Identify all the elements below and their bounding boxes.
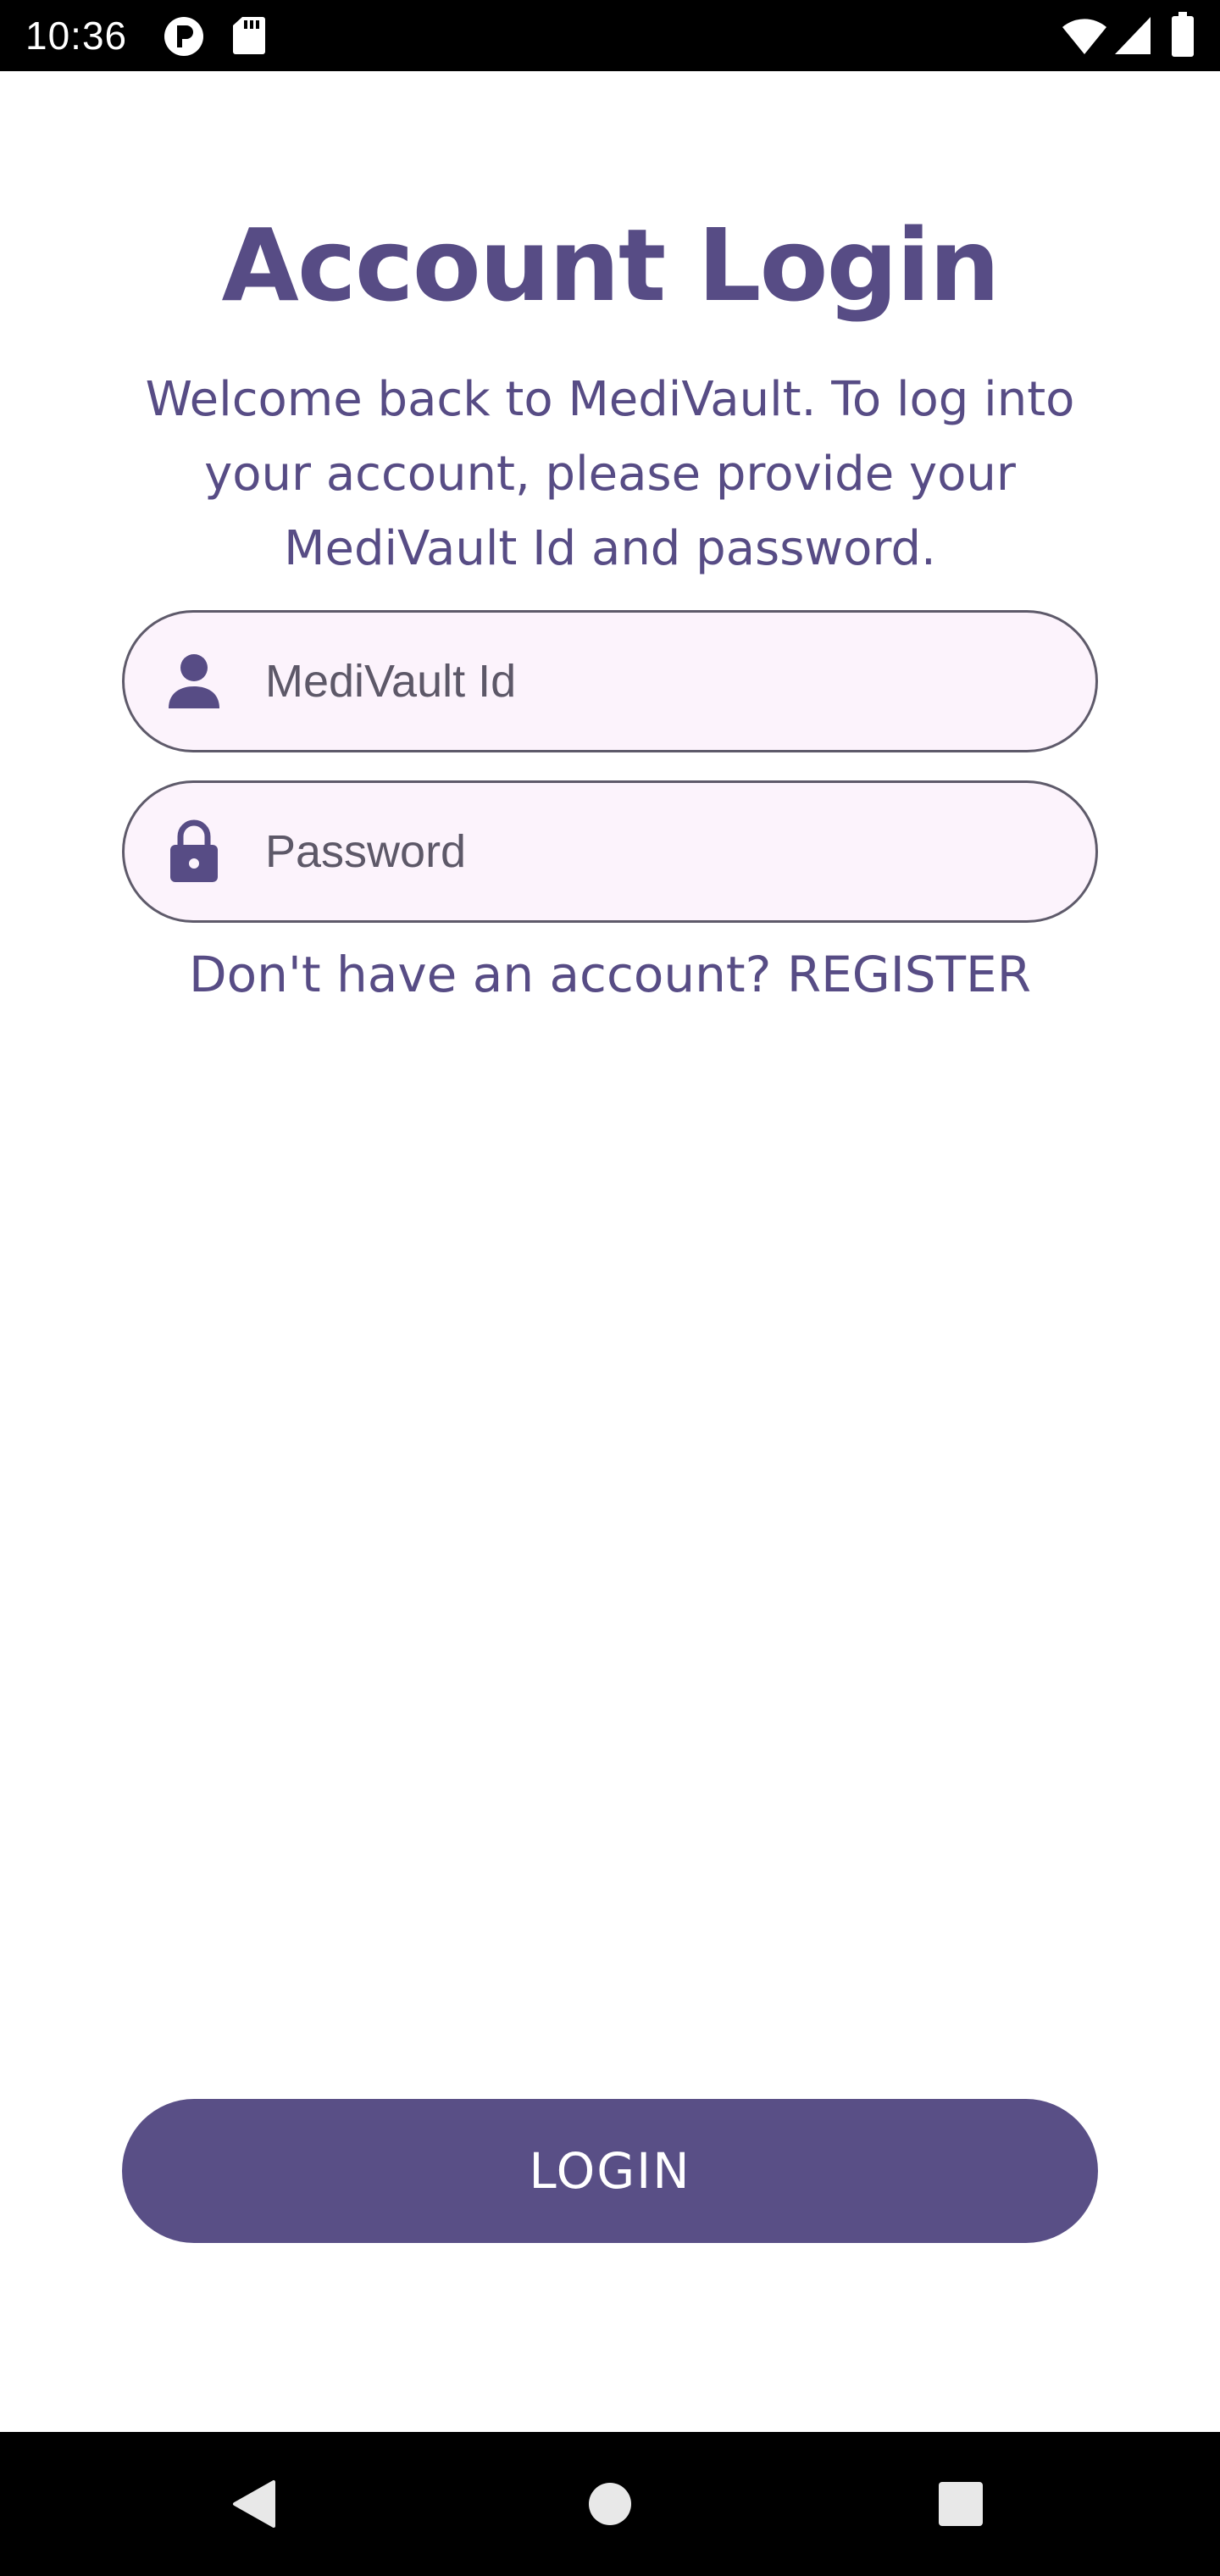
register-link[interactable]: REGISTER <box>787 946 1031 1003</box>
battery-icon <box>1171 12 1195 58</box>
medivault-id-input[interactable] <box>265 613 1070 750</box>
status-time: 10:36 <box>25 14 128 58</box>
register-prompt: Don't have an account? <box>189 946 772 1003</box>
password-field[interactable] <box>122 780 1098 923</box>
recents-icon <box>939 2482 983 2526</box>
sd-card-icon <box>232 15 266 56</box>
back-button[interactable] <box>203 2432 305 2576</box>
wifi-icon <box>1061 15 1108 56</box>
status-bar: 10:36 <box>0 0 1220 71</box>
page-title: Account Login <box>221 207 1001 324</box>
login-button[interactable]: LOGIN <box>122 2099 1098 2243</box>
home-button[interactable] <box>559 2432 661 2576</box>
person-icon <box>167 649 221 713</box>
navigation-bar <box>0 2432 1220 2576</box>
login-instructions: Welcome back to MediVault. To log into y… <box>145 372 1075 576</box>
lock-icon <box>167 819 221 884</box>
back-icon <box>233 2480 275 2528</box>
home-icon <box>589 2483 631 2525</box>
register-prompt-row: Don't have an account? REGISTER <box>0 941 1220 1008</box>
signal-icon <box>1113 15 1152 56</box>
medivault-id-field[interactable] <box>122 610 1098 752</box>
password-input[interactable] <box>265 783 1070 920</box>
app-notification-icon <box>163 15 205 58</box>
recents-button[interactable] <box>910 2432 1012 2576</box>
